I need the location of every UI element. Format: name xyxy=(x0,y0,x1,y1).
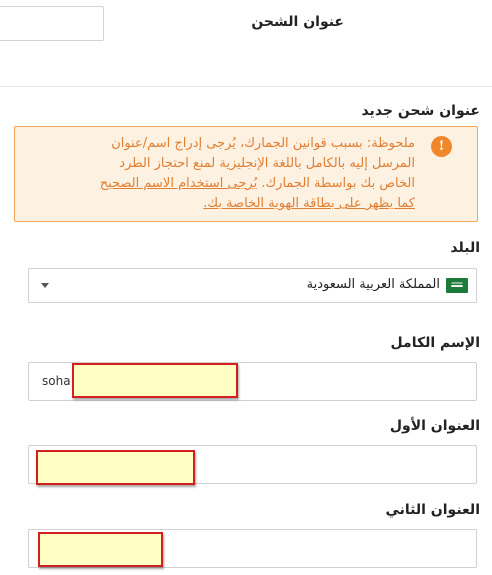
customs-notice-text: ملحوظة: بسبب قوانين الجمارك، يُرجى إدراج… xyxy=(85,134,415,214)
info-icon: ! xyxy=(431,136,452,157)
address-line-1-label: العنوان الأول xyxy=(389,418,480,434)
shipping-address-select[interactable] xyxy=(0,6,104,41)
checkout-shipping-page: عنوان الشحن عنوان شحن جديد ! ملحوظة: بسب… xyxy=(0,0,492,575)
full-name-value: soha xyxy=(42,374,71,388)
customs-notice-box: ! ملحوظة: بسبب قوانين الجمارك، يُرجى إدر… xyxy=(14,126,478,222)
address-line-2-redaction xyxy=(38,532,163,567)
country-select[interactable]: المملكة العربية السعودية xyxy=(28,268,477,303)
saudi-flag-icon xyxy=(446,278,468,293)
new-shipping-address-title: عنوان شحن جديد xyxy=(361,103,480,119)
country-label: البلد xyxy=(450,240,480,256)
country-select-value: المملكة العربية السعودية xyxy=(306,277,440,292)
shipping-address-title: عنوان الشحن xyxy=(251,14,344,30)
chevron-down-icon xyxy=(41,283,49,288)
full-name-redaction xyxy=(72,363,238,398)
full-name-label: الإسم الكامل xyxy=(390,335,480,351)
address-line-1-redaction xyxy=(36,450,195,485)
address-line-2-label: العنوان الثاني xyxy=(385,502,480,518)
section-divider xyxy=(0,86,492,87)
